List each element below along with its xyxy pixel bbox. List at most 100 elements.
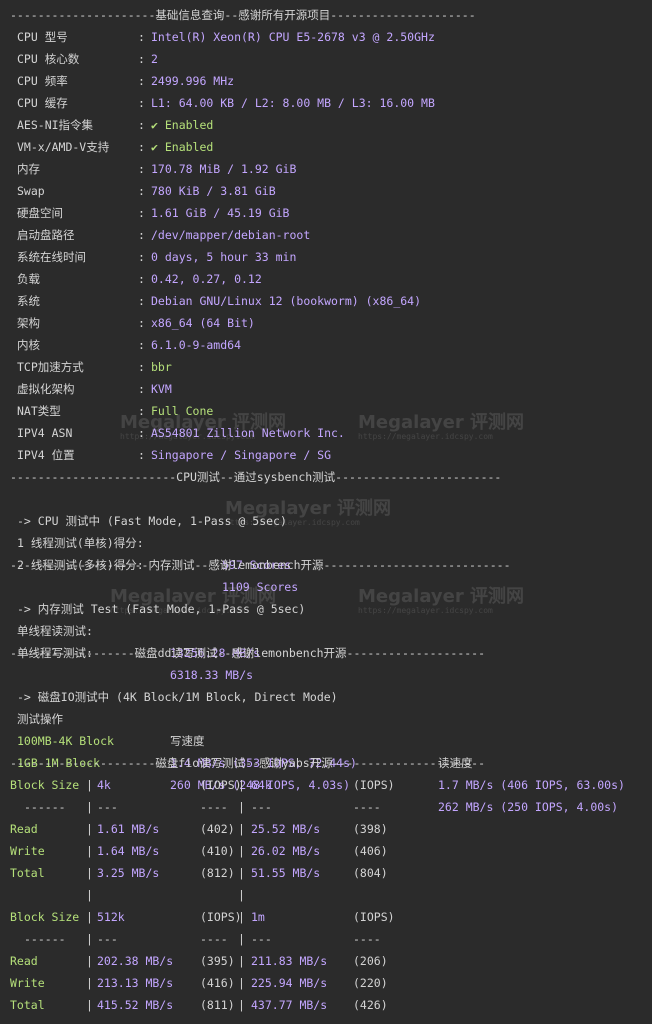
fio-pipe: |: [238, 800, 245, 814]
info-value: 1.61 GiB / 45.19 GiB: [151, 206, 290, 220]
info-row: IPV4 位置: Singapore / Singapore / SG: [0, 444, 652, 466]
info-row: 系统: Debian GNU/Linux 12 (bookworm) (x86_6…: [0, 290, 652, 312]
watermark-title: Megalayer 评测网: [225, 498, 391, 519]
info-label: IPV4 位置: [17, 448, 75, 462]
info-label: 内核: [17, 338, 40, 352]
info-label: 负载: [17, 272, 40, 286]
info-row: 负载:0.42, 0.27, 0.12: [0, 268, 652, 290]
info-row: 架构: x86_64 (64 Bit): [0, 312, 652, 334]
info-row: CPU 核心数:2: [0, 48, 652, 70]
info-value: 0 days, 5 hour 33 min: [151, 250, 297, 264]
info-row: 启动盘路径: /dev/mapper/debian-root: [0, 224, 652, 246]
info-label: 系统在线时间: [17, 250, 86, 264]
info-row: 系统在线时间:0 days, 5 hour 33 min: [0, 246, 652, 268]
fio-cell: Block Size: [10, 910, 80, 924]
info-value: Intel(R) Xeon(R) CPU E5-2678 v3 @ 2.50GH…: [151, 30, 435, 44]
info-label: 内存: [17, 162, 40, 176]
info-colon: :: [138, 338, 145, 352]
fio-cell: 225.94 MB/s: [251, 976, 328, 990]
fio-cell: Read: [10, 822, 38, 836]
watermark-url: https://megalayer.idcspy.com: [225, 518, 360, 527]
info-value: Singapore / Singapore / SG: [151, 448, 332, 462]
fio-dash: ------: [24, 800, 66, 814]
info-label: NAT类型: [17, 404, 61, 418]
fio-dash: ----: [353, 932, 381, 946]
info-colon: :: [138, 140, 145, 154]
fio-dash: ----: [353, 800, 381, 814]
info-colon: :: [138, 316, 145, 330]
info-value: 2: [151, 52, 158, 66]
fio-head-row: Block Size 512k (IOPS) 1m (IOPS) | |: [0, 906, 652, 928]
fio-cell: (220): [353, 976, 388, 990]
info-colon: :: [138, 96, 145, 110]
info-row: CPU 型号: Intel(R) Xeon(R) CPU E5-2678 v3 @…: [0, 26, 652, 48]
info-value: L1: 64.00 KB / L2: 8.00 MB / L3: 16.00 M…: [151, 96, 435, 110]
fio-cell: (406): [353, 844, 388, 858]
fio-data-row: Total 3.25 MB/s (812) 51.55 MB/s (804) | |: [0, 862, 652, 884]
info-colon: :: [138, 294, 145, 308]
info-value: Debian GNU/Linux 12 (bookworm) (x86_64): [151, 294, 422, 308]
fio-pipe: |: [86, 844, 93, 858]
fio-cell: 1m: [251, 910, 265, 924]
info-value: 6.1.0-9-amd64: [151, 338, 242, 352]
fio-cell: (206): [353, 954, 388, 968]
fio-data-row: Read 202.38 MB/s (395) 211.83 MB/s (206) | |: [0, 950, 652, 972]
info-label: CPU 缓存: [17, 96, 68, 110]
fio-dash: ---: [97, 932, 118, 946]
fio-pipe: |: [86, 954, 93, 968]
fio-pipe: |: [86, 866, 93, 880]
fio-cell: (IOPS): [353, 778, 395, 792]
fio-dash: ----: [200, 800, 228, 814]
fio-data-row: Total 415.52 MB/s (811) 437.77 MB/s (426) | |: [0, 994, 652, 1016]
fio-dash: ---: [97, 800, 118, 814]
fio-pipe: |: [86, 910, 93, 924]
fio-dash: ---: [251, 800, 272, 814]
info-label: CPU 频率: [17, 74, 68, 88]
info-value: 2499.996 MHz: [151, 74, 235, 88]
info-value: 170.78 MiB / 1.92 GiB: [151, 162, 297, 176]
fio-pipe: |: [238, 954, 245, 968]
fio-dash: ------: [24, 932, 66, 946]
fio-cell: 415.52 MB/s: [97, 998, 174, 1012]
info-label: IPV4 ASN: [17, 426, 73, 440]
fio-pipe: |: [86, 932, 93, 946]
info-colon: :: [138, 30, 145, 44]
section-dd-test: ------------------磁盘dd读写测试--感谢lemonbench…: [10, 646, 486, 660]
info-value: x86_64 (64 Bit): [151, 316, 255, 330]
info-colon: :: [138, 228, 145, 242]
info-colon: :: [138, 184, 145, 198]
info-row: NAT类型: Full Cone: [0, 400, 652, 422]
fio-pipe: |: [238, 822, 245, 836]
fio-pipe: |: [86, 800, 93, 814]
watermark-title: Megalayer 评测网: [358, 586, 524, 607]
info-label: 启动盘路径: [17, 228, 75, 242]
section-fio-test: ---------------------磁盘fio读写测试--感谢yabs开源…: [10, 756, 486, 770]
fio-cell: 1.64 MB/s: [97, 844, 160, 858]
info-row: Swap:780 KiB / 3.81 GiB: [0, 180, 652, 202]
info-label: TCP加速方式: [17, 360, 84, 374]
fio-dash: ---: [251, 932, 272, 946]
watermark: Megalayer 评测网 https://megalayer.idcspy.co…: [120, 414, 286, 442]
info-row: 内核:6.1.0-9-amd64: [0, 334, 652, 356]
info-row: AES-NI指令集: ✔ Enabled: [0, 114, 652, 136]
info-row: IPV4 ASN: AS54801 Zillion Network Inc.: [0, 422, 652, 444]
fio-cell: Total: [10, 998, 45, 1012]
fio-dash: ----: [200, 932, 228, 946]
section-mem-test: --------------------内存测试--感谢lemonbench开源…: [10, 558, 511, 572]
fio-cell: (IOPS): [353, 910, 395, 924]
info-row: CPU 频率:2499.996 MHz: [0, 70, 652, 92]
info-colon: :: [138, 52, 145, 66]
fio-pipe: |: [238, 910, 245, 924]
info-colon: :: [138, 74, 145, 88]
fio-data-row: Write 213.13 MB/s (416) 225.94 MB/s (220) | |: [0, 972, 652, 994]
info-colon: :: [138, 382, 145, 396]
fio-data-row: Read 1.61 MB/s (402) 25.52 MB/s (398) | |: [0, 818, 652, 840]
info-value: ✔ Enabled: [151, 140, 214, 154]
info-colon: :: [138, 360, 145, 374]
fio-cell: (410): [200, 844, 235, 858]
info-label: CPU 型号: [17, 30, 68, 44]
fio-cell: (426): [353, 998, 388, 1012]
watermark: Megalayer 评测网 https://megalayer.idcspy.co…: [358, 586, 524, 616]
watermark-url: https://megalayer.idcspy.com: [120, 432, 255, 441]
fio-pipe: |: [238, 932, 245, 946]
